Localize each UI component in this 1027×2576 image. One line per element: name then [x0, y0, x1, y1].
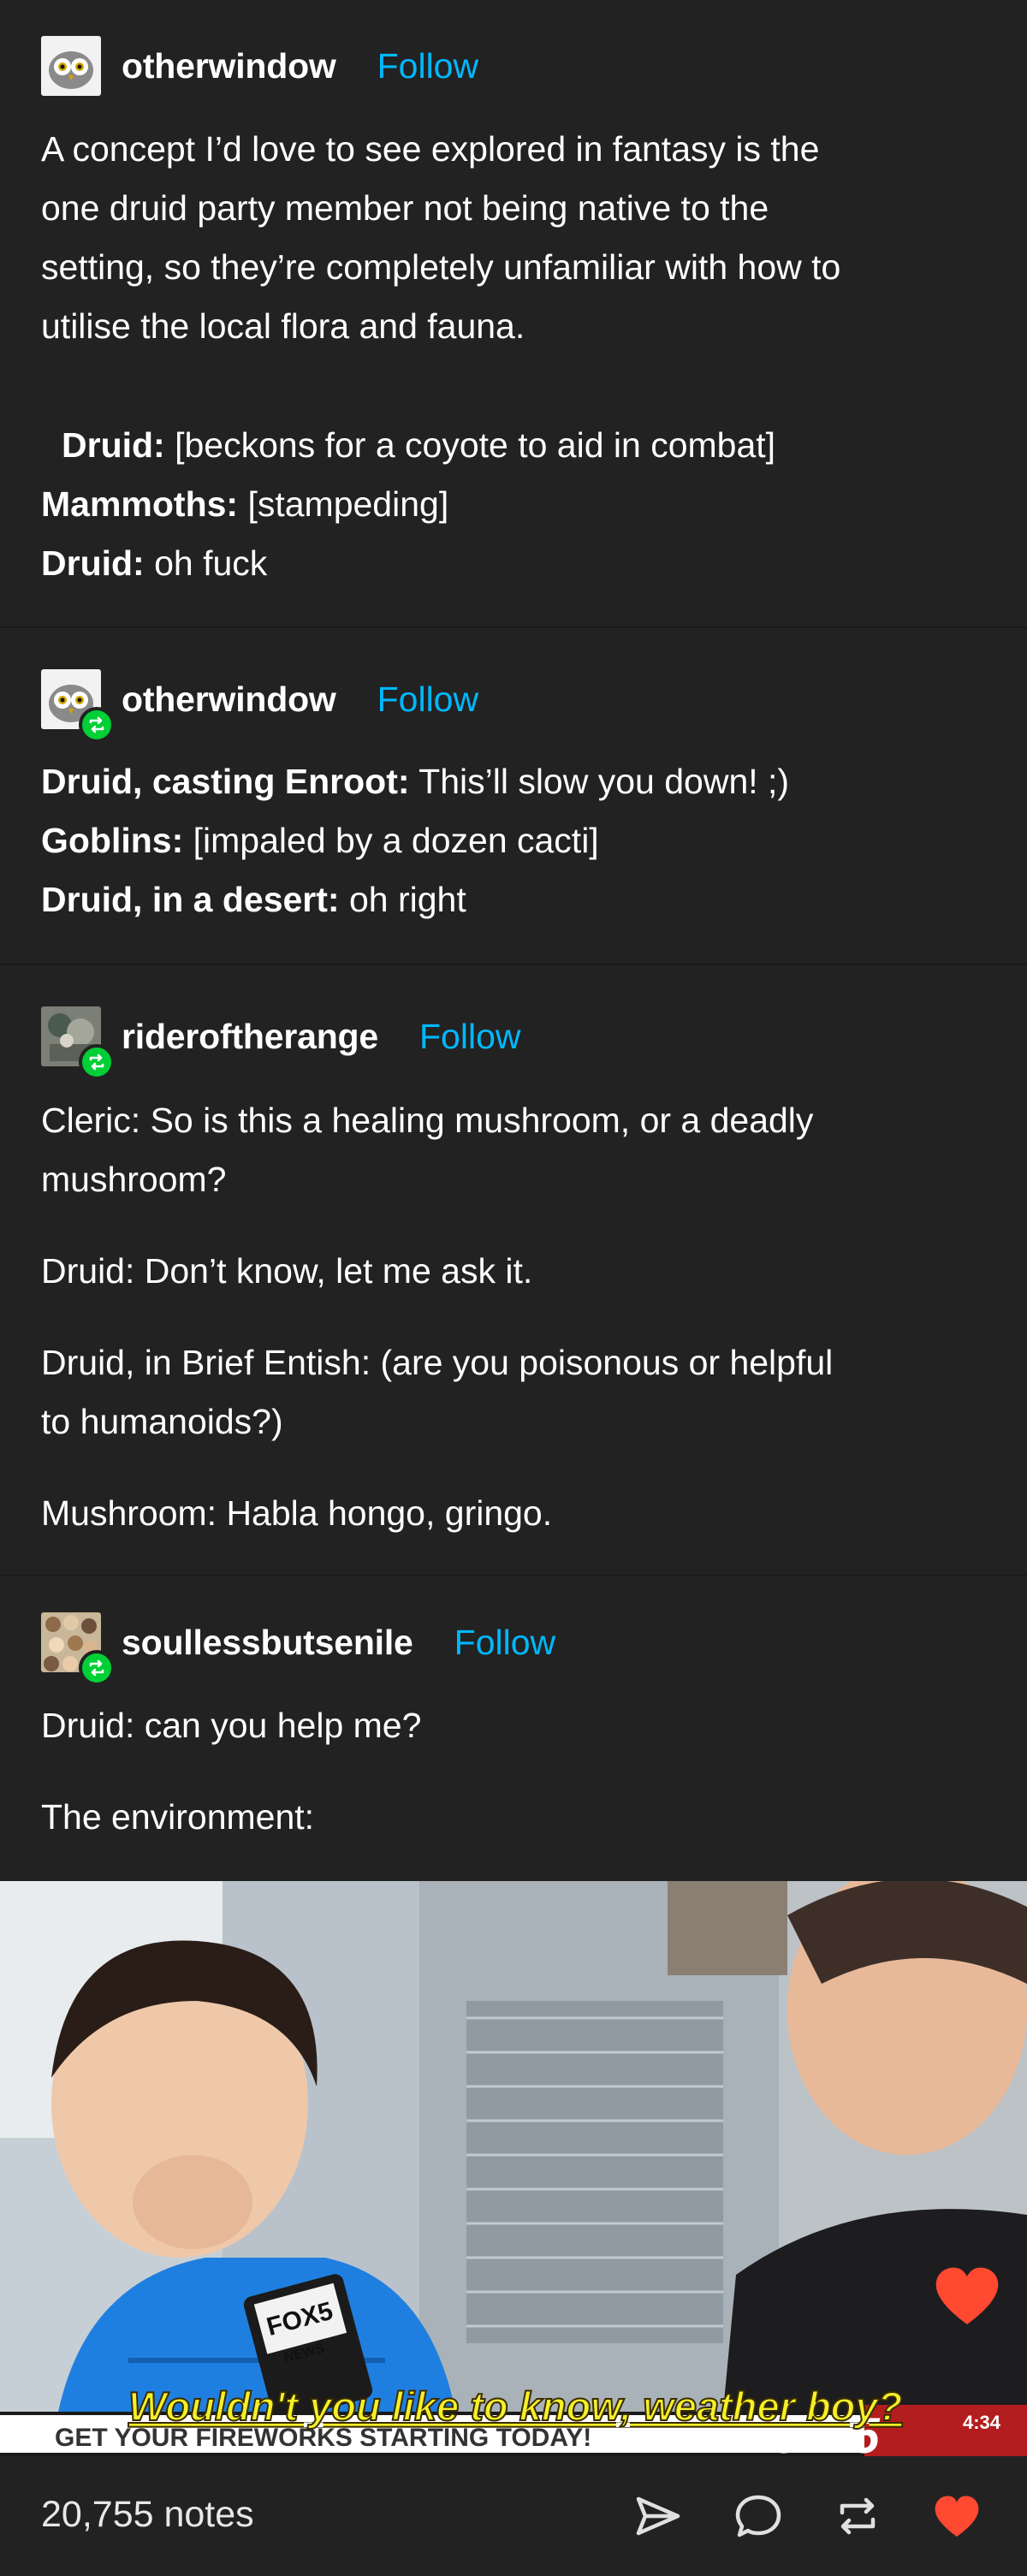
username[interactable]: soullessbutsenile — [122, 1623, 413, 1663]
reblog-badge-icon — [79, 707, 115, 743]
post-footer: 20,755 notes — [0, 2456, 1027, 2576]
avatar[interactable] — [41, 36, 101, 96]
follow-button[interactable]: Follow — [454, 1623, 555, 1663]
post-header: rideroftherange Follow — [41, 1006, 520, 1080]
speaker: Druid, in a desert: — [41, 880, 340, 919]
text-line: Druid: Don’t know, let me ask it. — [41, 1251, 533, 1291]
reblog-badge-icon — [79, 1650, 115, 1686]
speaker: Goblins: — [41, 821, 184, 860]
text-line: setting, so they’re completely unfamilia… — [41, 247, 841, 287]
reblog-icon[interactable] — [832, 2490, 883, 2542]
speaker: Druid: — [62, 425, 165, 465]
follow-button[interactable]: Follow — [377, 46, 478, 86]
post-body: A concept I’d love to see explored in fa… — [41, 120, 991, 356]
heart-icon[interactable] — [931, 2490, 982, 2542]
text-line: to humanoids?) — [41, 1402, 283, 1441]
text-line: A concept I’d love to see explored in fa… — [41, 129, 820, 169]
divider — [0, 626, 1027, 628]
notes-count[interactable]: 20,755 notes — [41, 2494, 254, 2536]
text-line: one druid party member not being native … — [41, 188, 769, 228]
text-line: utilise the local flora and fauna. — [41, 306, 525, 346]
speaker: Mammoths: — [41, 484, 239, 524]
text-line: Mushroom: Habla hongo, gringo. — [41, 1493, 553, 1533]
username[interactable]: otherwindow — [122, 680, 336, 720]
clock-text: 4:34 — [963, 2412, 1001, 2433]
dialogue-line: Mammoths: [stampeding] — [41, 475, 991, 534]
text-line: Cleric: So is this a healing mushroom, o… — [41, 1101, 814, 1140]
dialogue-line: Druid, casting Enroot: This’ll slow you … — [41, 752, 991, 811]
dialogue-block: Druid: [beckons for a coyote to aid in c… — [41, 416, 991, 593]
username[interactable]: rideroftherange — [122, 1017, 378, 1057]
avatar[interactable] — [41, 1612, 115, 1686]
speaker: Druid, casting Enroot: — [41, 762, 410, 801]
post-body: Cleric: So is this a healing mushroom, o… — [41, 1091, 991, 1543]
post-header: otherwindow Follow — [41, 669, 478, 743]
dialogue-line: Druid, in a desert: oh right — [41, 870, 991, 929]
username[interactable]: otherwindow — [122, 46, 336, 86]
reblog-badge-icon — [79, 1044, 115, 1080]
dialogue-line: Druid: oh fuck — [41, 534, 991, 593]
follow-button[interactable]: Follow — [377, 680, 478, 720]
gif-image[interactable]: FOX5 NEWS 4:34 FOX 5 GET YOUR FIREWORKS … — [0, 1881, 1027, 2456]
avatar[interactable] — [41, 669, 115, 743]
text-line: The environment: — [41, 1797, 315, 1837]
dialogue-line: Druid: [beckons for a coyote to aid in c… — [41, 416, 991, 475]
speech-bubble-icon[interactable] — [733, 2490, 784, 2542]
heart-icon[interactable] — [933, 2266, 1001, 2328]
owl-avatar-icon — [41, 36, 101, 96]
divider — [0, 1575, 1027, 1576]
post-body: Druid: can you help me? The environment: — [41, 1696, 991, 1847]
news-interview-illustration: FOX5 NEWS 4:34 FOX 5 GET YOUR FIREWORKS … — [0, 1881, 1027, 2456]
post-header: soullessbutsenile Follow — [41, 1612, 555, 1686]
avatar[interactable] — [41, 1006, 115, 1080]
dialogue-line: Goblins: [impaled by a dozen cacti] — [41, 811, 991, 870]
dialogue-text: oh right — [339, 880, 466, 919]
text-line: mushroom? — [41, 1160, 227, 1199]
dialogue-text: oh fuck — [144, 543, 268, 583]
text-line: Druid, in Brief Entish: (are you poisono… — [41, 1343, 834, 1382]
post-header: otherwindow Follow — [41, 36, 478, 96]
dialogue-text: [stampeding] — [238, 484, 449, 524]
dialogue-text: [impaled by a dozen cacti] — [183, 821, 599, 860]
dialogue-text: This’ll slow you down! ;) — [409, 762, 790, 801]
caption-text: Wouldn't you like to know, weather boy? — [128, 2383, 902, 2429]
dialogue-block: Druid, casting Enroot: This’ll slow you … — [41, 752, 991, 929]
paper-plane-icon[interactable] — [632, 2490, 683, 2542]
text-line: Druid: can you help me? — [41, 1706, 422, 1745]
follow-button[interactable]: Follow — [419, 1017, 520, 1057]
speaker: Druid: — [41, 543, 145, 583]
dialogue-text: [beckons for a coyote to aid in combat] — [164, 425, 776, 465]
divider — [0, 964, 1027, 965]
